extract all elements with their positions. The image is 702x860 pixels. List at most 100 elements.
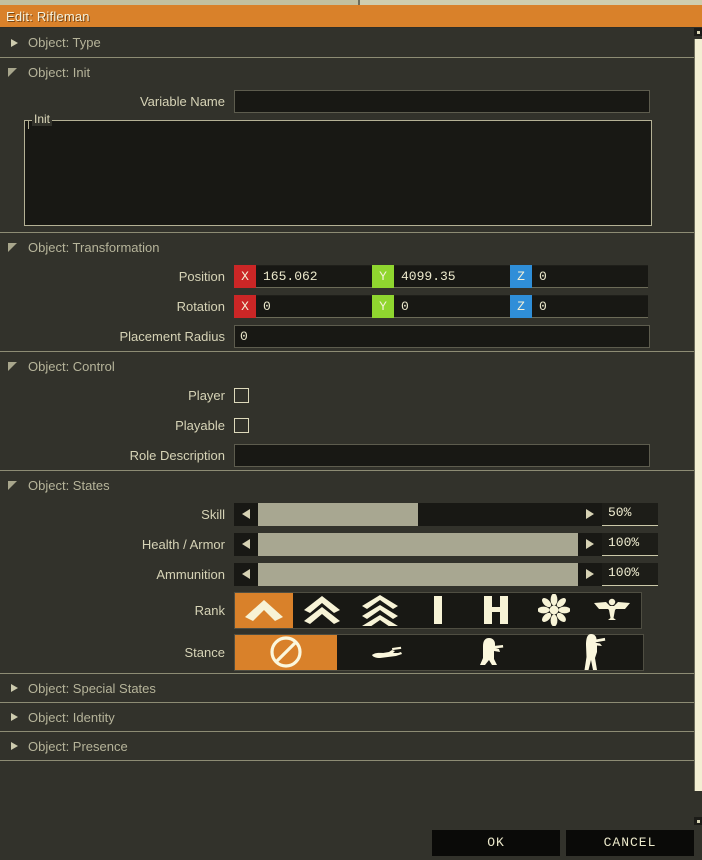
ok-button[interactable]: OK — [432, 829, 560, 856]
section-header-object-states[interactable]: Object: States — [0, 470, 694, 499]
position-x-input[interactable]: 165.062 — [256, 264, 372, 288]
section-header-object-type[interactable]: Object: Type — [0, 28, 694, 57]
init-groupbox[interactable]: Init — [24, 112, 652, 226]
chevron-right-icon[interactable] — [6, 738, 22, 754]
scroll-down-icon[interactable] — [694, 817, 702, 825]
axis-x-badge: X — [234, 264, 256, 288]
ammunition-value[interactable]: 100% — [602, 562, 658, 586]
skill-decrement-button[interactable] — [234, 502, 258, 526]
role-description-label: Role Description — [129, 447, 225, 463]
rank-row: Rank — [0, 589, 694, 631]
section-label-object-special-states: Object: Special States — [28, 680, 156, 696]
dialog-title: Edit: Rifleman — [6, 8, 90, 24]
stance-none-icon[interactable] — [235, 634, 337, 670]
chevron-down-icon[interactable] — [6, 477, 22, 493]
chevron-right-icon[interactable] — [6, 680, 22, 696]
rank-lieutenant-bar-icon[interactable] — [409, 592, 467, 628]
rank-label: Rank — [194, 602, 225, 618]
rank-major-star-icon[interactable] — [525, 592, 583, 628]
vertical-scrollbar[interactable] — [694, 28, 702, 825]
position-row: Position X 165.062 Y 4099.35 Z 0 — [0, 261, 694, 291]
edit-unit-dialog: Edit: Rifleman Object: Type Object: Init… — [0, 0, 702, 860]
chevron-down-icon[interactable] — [6, 358, 22, 374]
position-z-input[interactable]: 0 — [532, 264, 648, 288]
position-label: Position — [178, 268, 225, 284]
ammunition-slider-fill — [258, 562, 578, 586]
rotation-y-cell: Y 0 — [372, 294, 510, 318]
section-header-object-special-states[interactable]: Object: Special States — [0, 673, 694, 702]
section-label-object-type: Object: Type — [28, 35, 101, 50]
init-groupbox-label: Init — [32, 112, 53, 126]
scroll-up-icon[interactable] — [694, 28, 702, 36]
skill-value[interactable]: 50% — [602, 502, 658, 526]
stance-label: Stance — [184, 644, 225, 660]
section-label-object-identity: Object: Identity — [28, 709, 115, 725]
rank-sergeant-triple-chevron-icon[interactable] — [351, 592, 409, 628]
dialog-body: Object: Type Object: Init Variable Name … — [0, 28, 694, 825]
section-header-object-control[interactable]: Object: Control — [0, 351, 694, 380]
rotation-z-cell: Z 0 — [510, 294, 648, 318]
ammunition-decrement-button[interactable] — [234, 562, 258, 586]
health-armor-slider[interactable] — [258, 532, 578, 556]
rotation-z-input[interactable]: 0 — [532, 294, 648, 318]
section-header-object-presence[interactable]: Object: Presence — [0, 731, 694, 760]
rank-private-chevron-icon[interactable] — [235, 592, 293, 628]
axis-z-badge: Z — [510, 294, 532, 318]
variable-name-row: Variable Name — [0, 86, 694, 116]
stance-prone-icon[interactable] — [337, 634, 439, 670]
health-armor-decrement-button[interactable] — [234, 532, 258, 556]
role-description-input[interactable] — [234, 443, 650, 467]
body-bottom-divider — [0, 760, 694, 761]
position-x-cell: X 165.062 — [234, 264, 372, 288]
chevron-right-icon[interactable] — [6, 35, 22, 51]
rotation-label: Rotation — [176, 298, 225, 314]
section-label-object-states: Object: States — [28, 477, 110, 493]
axis-z-badge: Z — [510, 264, 532, 288]
role-description-row: Role Description — [0, 440, 694, 470]
scrollbar-thumb[interactable] — [694, 39, 702, 791]
health-armor-increment-button[interactable] — [578, 532, 602, 556]
cancel-button[interactable]: CANCEL — [566, 829, 694, 856]
health-armor-label: Health / Armor — [141, 536, 225, 552]
ammunition-label: Ammunition — [156, 566, 225, 582]
section-label-object-transformation: Object: Transformation — [28, 239, 160, 255]
section-header-object-init[interactable]: Object: Init — [0, 57, 694, 86]
rank-option-group — [234, 591, 642, 629]
variable-name-label: Variable Name — [139, 93, 225, 109]
playable-checkbox[interactable] — [234, 417, 249, 433]
ammunition-row: Ammunition 100% — [0, 559, 694, 589]
skill-increment-button[interactable] — [578, 502, 602, 526]
stance-stand-icon[interactable] — [541, 634, 643, 670]
init-groupbox-wrap: Init — [0, 112, 694, 232]
health-armor-row: Health / Armor 100% — [0, 529, 694, 559]
chevron-down-icon[interactable] — [6, 64, 22, 80]
position-z-cell: Z 0 — [510, 264, 648, 288]
skill-slider[interactable] — [258, 502, 578, 526]
position-y-input[interactable]: 4099.35 — [394, 264, 510, 288]
rotation-y-input[interactable]: 0 — [394, 294, 510, 318]
section-header-object-transformation[interactable]: Object: Transformation — [0, 232, 694, 261]
axis-x-badge: X — [234, 294, 256, 318]
rotation-x-input[interactable]: 0 — [256, 294, 372, 318]
placement-radius-input[interactable]: 0 — [234, 324, 650, 348]
stance-crouch-icon[interactable] — [439, 634, 541, 670]
chevron-down-icon[interactable] — [6, 239, 22, 255]
health-armor-value[interactable]: 100% — [602, 532, 658, 556]
ammunition-slider[interactable] — [258, 562, 578, 586]
rotation-x-cell: X 0 — [234, 294, 372, 318]
chevron-right-icon[interactable] — [6, 709, 22, 725]
stance-row: Stance — [0, 631, 694, 673]
placement-radius-row: Placement Radius 0 — [0, 321, 694, 351]
player-checkbox[interactable] — [234, 387, 249, 403]
variable-name-input[interactable] — [234, 89, 650, 113]
skill-slider-fill — [258, 502, 418, 526]
rank-corporal-double-chevron-icon[interactable] — [293, 592, 351, 628]
position-y-cell: Y 4099.35 — [372, 264, 510, 288]
section-header-object-identity[interactable]: Object: Identity — [0, 702, 694, 731]
health-armor-slider-fill — [258, 532, 578, 556]
rank-colonel-eagle-icon[interactable] — [583, 592, 641, 628]
skill-label: Skill — [201, 506, 225, 522]
ammunition-increment-button[interactable] — [578, 562, 602, 586]
axis-y-badge: Y — [372, 264, 394, 288]
rank-captain-double-bar-icon[interactable] — [467, 592, 525, 628]
